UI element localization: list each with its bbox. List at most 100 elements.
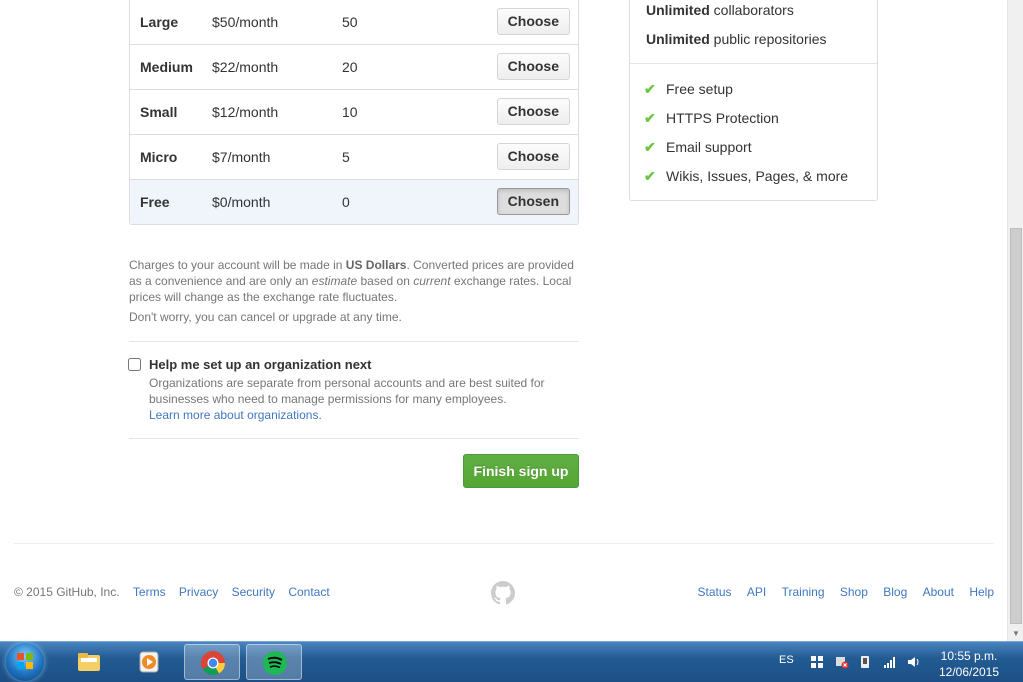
organization-checkbox[interactable] bbox=[128, 358, 141, 371]
footer-left: © 2015 GitHub, Inc. Terms Privacy Securi… bbox=[14, 585, 330, 599]
vertical-scrollbar[interactable]: ▼ bbox=[1007, 0, 1023, 641]
organization-description-text: Organizations are separate from personal… bbox=[149, 376, 545, 406]
plan-name: Small bbox=[140, 104, 178, 120]
check-icon: ✔ bbox=[644, 81, 656, 97]
feature-item: ✔ Email support bbox=[644, 139, 752, 156]
feature-item-label: HTTPS Protection bbox=[666, 110, 779, 126]
footer-link-about[interactable]: About bbox=[923, 585, 954, 599]
spotify-icon bbox=[263, 651, 287, 675]
footer-link-blog[interactable]: Blog bbox=[883, 585, 907, 599]
scrollbar-thumb[interactable] bbox=[1010, 228, 1022, 624]
taskbar-media-player[interactable] bbox=[121, 644, 177, 680]
footer-link-api[interactable]: API bbox=[747, 585, 766, 599]
start-button[interactable] bbox=[6, 643, 44, 681]
currency-note-prefix: Charges to your account will be made in bbox=[129, 258, 346, 272]
plan-row-free: Free $0/month 0 Chosen bbox=[130, 179, 578, 224]
feature-item-label: Free setup bbox=[666, 81, 733, 97]
organization-description: Organizations are separate from personal… bbox=[149, 375, 569, 423]
feature-bold: Unlimited bbox=[646, 2, 710, 18]
plan-features-panel: Unlimited collaborators Unlimited public… bbox=[629, 0, 878, 201]
finish-signup-button[interactable]: Finish sign up bbox=[463, 454, 579, 488]
footer-divider bbox=[14, 543, 994, 544]
action-center-flag-icon[interactable] bbox=[810, 655, 824, 669]
plan-row-small: Small $12/month 10 Choose bbox=[130, 89, 578, 134]
github-octocat-icon[interactable] bbox=[491, 581, 515, 605]
currency-note: Charges to your account will be made in … bbox=[129, 257, 579, 305]
choose-small-button[interactable]: Choose bbox=[496, 98, 570, 125]
cancel-note: Don't worry, you can cancel or upgrade a… bbox=[129, 310, 402, 324]
chosen-free-button[interactable]: Chosen bbox=[496, 188, 570, 215]
scroll-down-arrow-icon[interactable]: ▼ bbox=[1012, 629, 1020, 638]
system-clock[interactable]: 10:55 p.m. 12/06/2015 bbox=[929, 648, 1009, 680]
plan-price: $0/month bbox=[212, 194, 271, 210]
feature-item-label: Email support bbox=[666, 139, 752, 155]
feature-item: ✔ HTTPS Protection bbox=[644, 110, 779, 127]
plans-table: Large $50/month 50 Choose Medium $22/mon… bbox=[129, 0, 579, 225]
footer-link-contact[interactable]: Contact bbox=[288, 585, 329, 599]
plan-name: Large bbox=[140, 14, 179, 30]
chrome-icon bbox=[201, 651, 225, 676]
feature-item: ✔ Wikis, Issues, Pages, & more bbox=[644, 168, 848, 185]
plan-row-large: Large $50/month 50 Choose bbox=[130, 0, 578, 44]
plan-price: $12/month bbox=[212, 104, 279, 120]
device-icon[interactable] bbox=[859, 655, 873, 669]
choose-medium-button[interactable]: Choose bbox=[496, 53, 570, 80]
plan-row-medium: Medium $22/month 20 Choose bbox=[130, 44, 578, 89]
feature-text: public repositories bbox=[709, 31, 827, 47]
feature-bold: Unlimited bbox=[646, 31, 710, 47]
plan-row-micro: Micro $7/month 5 Choose bbox=[130, 134, 578, 179]
divider bbox=[630, 63, 877, 64]
plan-name: Medium bbox=[140, 59, 193, 75]
footer-link-terms[interactable]: Terms bbox=[133, 585, 166, 599]
footer-link-shop[interactable]: Shop bbox=[840, 585, 868, 599]
plan-repos: 10 bbox=[342, 104, 358, 120]
feature-text: collaborators bbox=[709, 2, 794, 18]
media-player-icon bbox=[139, 651, 159, 673]
taskbar-explorer[interactable] bbox=[61, 644, 117, 680]
taskbar-chrome[interactable] bbox=[184, 644, 240, 680]
plan-repos: 0 bbox=[342, 194, 350, 210]
footer-link-help[interactable]: Help bbox=[969, 585, 994, 599]
copyright: © 2015 GitHub, Inc. bbox=[14, 585, 120, 599]
plan-repos: 20 bbox=[342, 59, 358, 75]
plan-price: $50/month bbox=[212, 14, 279, 30]
organization-label[interactable]: Help me set up an organization next bbox=[149, 357, 371, 372]
currency-name: US Dollars bbox=[345, 258, 407, 272]
taskbar-spotify[interactable] bbox=[246, 644, 302, 680]
folder-icon bbox=[78, 653, 100, 671]
windows-logo-icon bbox=[17, 653, 33, 669]
feature-item: ✔ Free setup bbox=[644, 81, 733, 98]
plan-name: Free bbox=[140, 194, 170, 210]
plan-name: Micro bbox=[140, 149, 178, 165]
plan-repos: 50 bbox=[342, 14, 358, 30]
clock-date: 12/06/2015 bbox=[938, 665, 1000, 679]
learn-more-organizations-link[interactable]: Learn more about organizations. bbox=[149, 408, 322, 422]
footer-link-security[interactable]: Security bbox=[232, 585, 275, 599]
signal-strength-icon[interactable] bbox=[883, 655, 897, 669]
check-icon: ✔ bbox=[644, 168, 656, 184]
currency-note-text: based on bbox=[357, 274, 414, 288]
windows-taskbar: ES 10:55 p.m. 12/06/2015 bbox=[0, 641, 1023, 682]
divider bbox=[129, 341, 579, 342]
footer-right: Status API Training Shop Blog About Help bbox=[686, 585, 994, 599]
choose-large-button[interactable]: Choose bbox=[496, 8, 570, 35]
feature-collaborators: Unlimited collaborators bbox=[646, 2, 794, 18]
plan-repos: 5 bbox=[342, 149, 350, 165]
footer-link-status[interactable]: Status bbox=[698, 585, 732, 599]
footer-link-privacy[interactable]: Privacy bbox=[179, 585, 218, 599]
check-icon: ✔ bbox=[644, 110, 656, 126]
choose-micro-button[interactable]: Choose bbox=[496, 143, 570, 170]
feature-public-repos: Unlimited public repositories bbox=[646, 31, 827, 47]
check-icon: ✔ bbox=[644, 139, 656, 155]
feature-item-label: Wikis, Issues, Pages, & more bbox=[666, 168, 849, 184]
clock-time: 10:55 p.m. bbox=[940, 649, 998, 663]
divider bbox=[129, 438, 579, 439]
plan-price: $22/month bbox=[212, 59, 279, 75]
network-error-icon[interactable] bbox=[835, 655, 849, 669]
estimate-word: estimate bbox=[311, 274, 358, 288]
footer-link-training[interactable]: Training bbox=[782, 585, 825, 599]
current-word: current bbox=[413, 274, 451, 288]
plan-price: $7/month bbox=[212, 149, 271, 165]
volume-icon[interactable] bbox=[907, 655, 921, 669]
language-indicator[interactable]: ES bbox=[779, 654, 794, 666]
